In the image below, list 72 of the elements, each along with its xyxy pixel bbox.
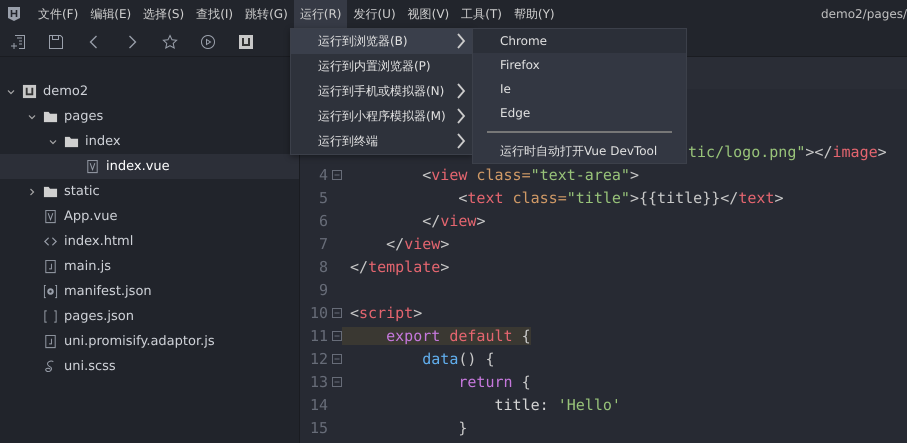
project-icon bbox=[22, 84, 37, 99]
vue-file-icon bbox=[85, 159, 100, 174]
code-line: <view class="text-area"> bbox=[421, 166, 639, 184]
menu-item[interactable]: 运行时自动打开Vue DevTool bbox=[473, 139, 686, 163]
line-number: 11 bbox=[310, 326, 328, 344]
tree-item[interactable]: manifest.json bbox=[0, 279, 299, 304]
menu-title[interactable]: 查找(I) bbox=[190, 0, 240, 28]
code-line: } bbox=[457, 418, 468, 436]
menu-item[interactable]: Chrome bbox=[473, 29, 686, 53]
line-number: 13 bbox=[310, 372, 328, 390]
tree-item[interactable]: main.js bbox=[0, 254, 299, 279]
code-line: data() { bbox=[421, 350, 494, 368]
vue-file-icon bbox=[43, 209, 58, 224]
menu-item[interactable]: 运行到浏览器(B) bbox=[291, 29, 472, 54]
menu-title[interactable]: 文件(F) bbox=[32, 0, 84, 28]
tree-item[interactable]: pages.json bbox=[0, 304, 299, 329]
code-line: <text class="title">{{title}}</text> bbox=[457, 188, 784, 206]
fold-icon[interactable] bbox=[332, 376, 342, 386]
line-number: 14 bbox=[310, 396, 328, 414]
menu-title[interactable]: 帮助(Y) bbox=[508, 0, 561, 28]
line-number: 12 bbox=[310, 350, 328, 368]
tree-item[interactable]: index.html bbox=[0, 229, 299, 254]
line-number: 7 bbox=[318, 234, 328, 252]
json-brackets-icon bbox=[43, 309, 58, 324]
folder-icon bbox=[43, 184, 58, 199]
fold-icon[interactable] bbox=[332, 170, 342, 180]
js-file-icon bbox=[43, 259, 58, 274]
code-line: title: 'Hello' bbox=[493, 396, 621, 414]
folder-icon bbox=[43, 109, 58, 124]
menu-title[interactable]: 发行(U) bbox=[347, 0, 402, 28]
menu-title[interactable]: 视图(V) bbox=[402, 0, 456, 28]
save-icon[interactable] bbox=[48, 34, 64, 50]
tree-item[interactable]: index.vue bbox=[0, 154, 299, 179]
fold-icon[interactable] bbox=[332, 308, 342, 318]
js-file-icon bbox=[43, 334, 58, 349]
folder-icon bbox=[64, 134, 79, 149]
line-number: 8 bbox=[318, 258, 328, 276]
new-file-icon[interactable] bbox=[10, 34, 26, 50]
code-line: </template> bbox=[349, 258, 450, 276]
settings-file-icon bbox=[43, 284, 58, 299]
code-line: return { bbox=[457, 372, 531, 390]
menu-title[interactable]: 运行(R) bbox=[294, 0, 348, 28]
app-logo bbox=[6, 6, 22, 22]
line-number: 4 bbox=[318, 166, 328, 184]
tree-item[interactable]: uni.promisify.adaptor.js bbox=[0, 329, 299, 354]
line-number: 10 bbox=[310, 304, 328, 322]
line-number: 6 bbox=[318, 212, 328, 230]
line-number: 15 bbox=[310, 418, 328, 436]
menu-title[interactable]: 跳转(G) bbox=[239, 0, 294, 28]
chevron-right-icon[interactable] bbox=[27, 186, 37, 196]
star-icon[interactable] bbox=[162, 34, 178, 50]
menu-item[interactable]: Edge bbox=[473, 101, 686, 125]
fold-icon[interactable] bbox=[332, 330, 342, 340]
line-number: 9 bbox=[318, 280, 328, 298]
code-line: </view> bbox=[421, 212, 486, 230]
menu-title[interactable]: 编辑(E) bbox=[84, 0, 138, 28]
menu-title[interactable]: 工具(T) bbox=[455, 0, 508, 28]
code-line: <script> bbox=[349, 304, 422, 322]
line-number: 5 bbox=[318, 188, 328, 206]
window-title: demo2/pages/ bbox=[821, 7, 907, 21]
fold-icon[interactable] bbox=[332, 354, 342, 364]
code-line: tic/logo.png"></image> bbox=[687, 142, 887, 160]
tree-item[interactable]: static bbox=[0, 179, 299, 204]
menu-item[interactable]: Ie bbox=[473, 77, 686, 101]
code-line: </view> bbox=[385, 234, 450, 252]
tree-item[interactable]: App.vue bbox=[0, 204, 299, 229]
menu-item[interactable]: Firefox bbox=[473, 53, 686, 77]
menu-title[interactable]: 选择(S) bbox=[137, 0, 190, 28]
menu-item[interactable]: 运行到内置浏览器(P) bbox=[291, 54, 472, 79]
tree-item[interactable]: uni.scss bbox=[0, 354, 299, 379]
project-icon[interactable] bbox=[238, 34, 254, 50]
run-icon[interactable] bbox=[200, 34, 216, 50]
